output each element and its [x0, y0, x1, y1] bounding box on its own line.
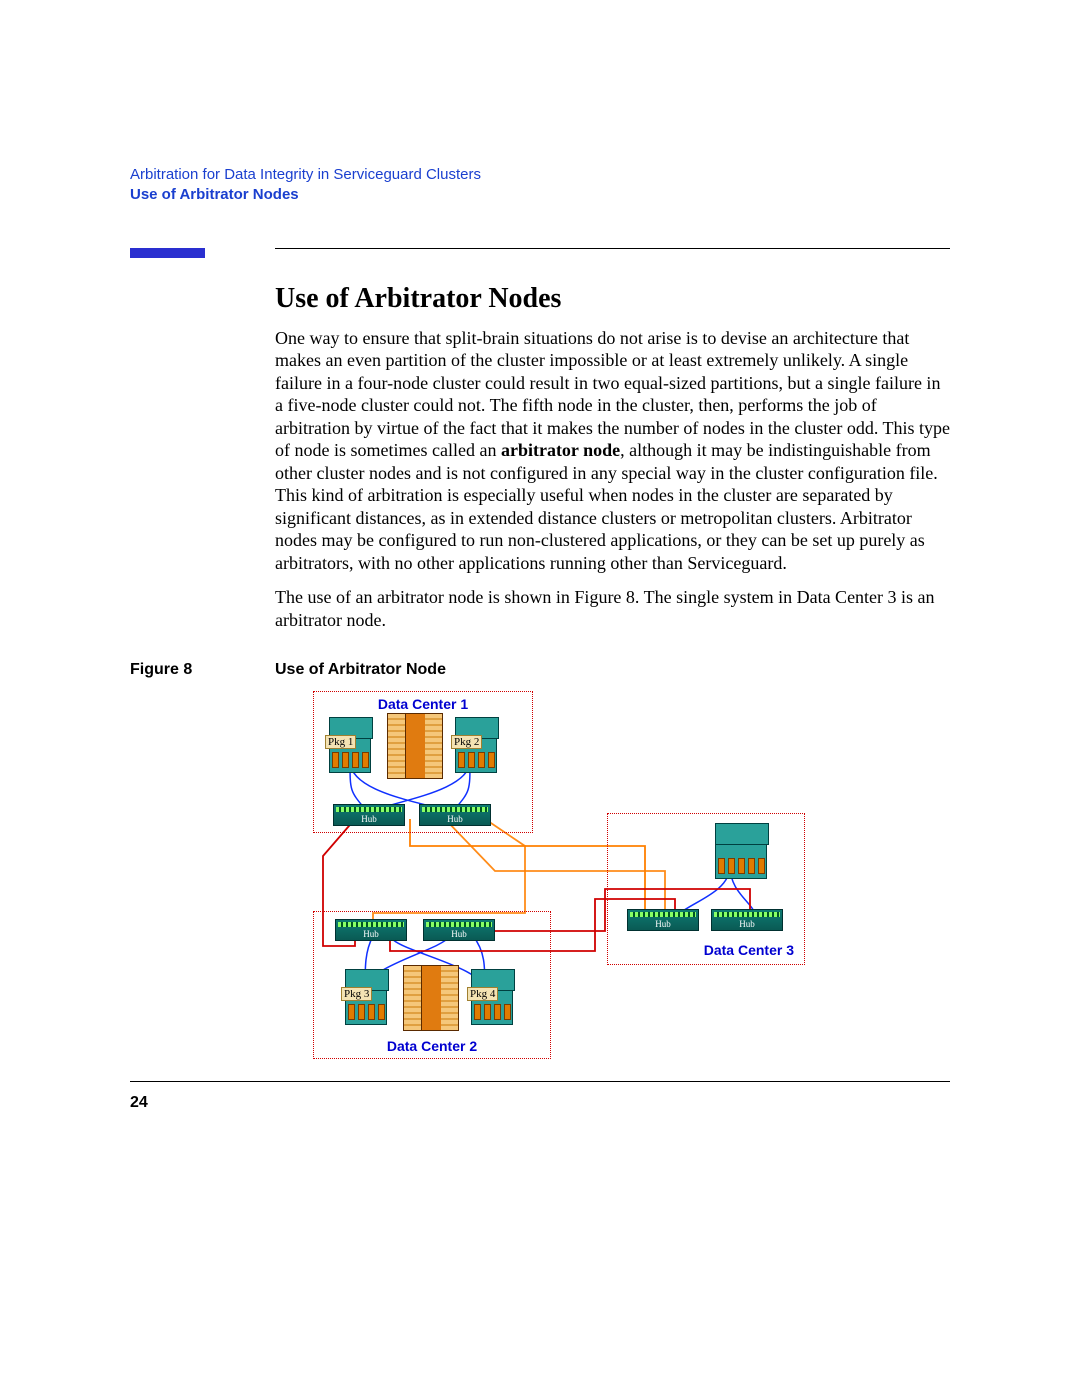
pkg4-label: Pkg 4 — [467, 987, 498, 1001]
pkg1-label: Pkg 1 — [325, 735, 356, 749]
hub-dc1-a: Hub — [333, 804, 405, 826]
section-title: Use of Arbitrator Nodes — [130, 185, 950, 205]
rule-accent-block — [130, 248, 205, 258]
hub-dc1-b: Hub — [419, 804, 491, 826]
data-center-3-box: Data Center 3 — [607, 813, 805, 965]
pkg3-label: Pkg 3 — [341, 987, 372, 1001]
heading: Use of Arbitrator Nodes — [275, 283, 950, 315]
running-header: Arbitration for Data Integrity in Servic… — [130, 165, 950, 206]
pkg2-label: Pkg 2 — [451, 735, 482, 749]
rule-line — [275, 248, 950, 249]
disk-array-dc2 — [403, 965, 459, 1031]
hub-dc2-b: Hub — [423, 919, 495, 941]
hub-dc3-a: Hub — [627, 909, 699, 931]
dc1-title: Data Center 1 — [320, 696, 526, 712]
disk-array-dc1 — [387, 713, 443, 779]
header-rule — [130, 248, 950, 258]
figure-title: Use of Arbitrator Node — [275, 661, 446, 679]
server-arbitrator — [715, 823, 767, 879]
body-text: One way to ensure that split-brain situa… — [275, 327, 950, 632]
chapter-title: Arbitration for Data Integrity in Servic… — [130, 165, 950, 185]
figure-label: Figure 8 — [130, 661, 275, 679]
paragraph-2: The use of an arbitrator node is shown i… — [275, 586, 950, 631]
footer-rule — [130, 1081, 950, 1082]
dc3-title: Data Center 3 — [704, 942, 794, 958]
document-page: Arbitration for Data Integrity in Servic… — [0, 0, 1080, 1397]
hub-dc2-a: Hub — [335, 919, 407, 941]
figure-caption: Figure 8 Use of Arbitrator Node — [130, 661, 950, 679]
dc2-title: Data Center 2 — [314, 1038, 550, 1054]
figure-8: Data Center 1 Pkg 1 Pkg 2 Hub Hub Data C… — [295, 691, 815, 1061]
page-number: 24 — [130, 1094, 148, 1112]
p1-bold: arbitrator node — [501, 440, 620, 460]
paragraph-1: One way to ensure that split-brain situa… — [275, 327, 950, 575]
main-content: Use of Arbitrator Nodes One way to ensur… — [275, 283, 950, 632]
hub-dc3-b: Hub — [711, 909, 783, 931]
